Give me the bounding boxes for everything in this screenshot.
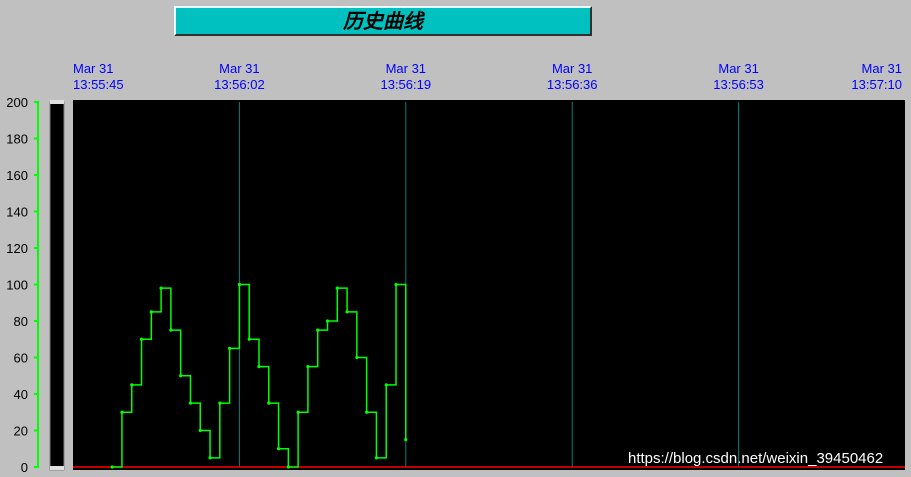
series-point: [198, 428, 202, 433]
watermark: https://blog.csdn.net/weixin_39450462: [628, 450, 883, 467]
series-point: [374, 456, 379, 460]
x-tick-time: 13:57:10: [851, 77, 902, 92]
x-axis-ticks: Mar 3113:55:45Mar 3113:56:02Mar 3113:56:…: [73, 61, 902, 92]
series-point: [365, 410, 369, 414]
x-tick-date: Mar 31: [862, 61, 902, 76]
series-point: [208, 456, 212, 460]
series-point: [130, 383, 134, 387]
y-axis: [37, 100, 65, 471]
x-tick-date: Mar 31: [718, 61, 758, 76]
y-tick-label: 180: [6, 132, 28, 147]
y-tick-label: 200: [6, 95, 28, 110]
y-tick-label: 140: [6, 205, 28, 220]
x-tick-date: Mar 31: [552, 61, 592, 76]
x-tick-time: 13:56:02: [214, 77, 265, 92]
y-tick-label: 160: [6, 168, 28, 183]
x-tick-date: Mar 31: [386, 61, 426, 76]
series-point: [149, 310, 153, 314]
y-tick-label: 60: [14, 351, 28, 366]
history-chart: Mar 3113:55:45Mar 3113:56:02Mar 3113:56:…: [6, 61, 905, 475]
y-tick-label: 0: [21, 460, 28, 475]
y-axis-scrollbar-cap-bottom: [50, 466, 64, 470]
series-point: [247, 337, 251, 341]
series-point: [110, 465, 114, 469]
y-axis-ticks: 0 20 40 60 80 100 120 140 160 180 200: [6, 95, 39, 475]
y-tick-label: 20: [14, 424, 28, 439]
series-point: [384, 383, 388, 387]
y-axis-scrollbar-cap-top: [50, 100, 64, 104]
series-point: [159, 286, 163, 290]
series-point: [188, 401, 193, 405]
x-tick-date: Mar 31: [219, 61, 259, 76]
series-point: [345, 310, 349, 314]
y-tick-label: 100: [6, 278, 28, 293]
series-point: [306, 365, 310, 369]
series-point: [335, 286, 339, 290]
y-tick-label: 80: [14, 314, 28, 329]
x-tick-time: 13:56:19: [380, 77, 431, 92]
y-tick-label: 40: [14, 387, 28, 402]
x-tick-time: 13:55:45: [73, 77, 124, 92]
series-point: [237, 282, 241, 287]
series-point: [355, 355, 359, 360]
series-point: [267, 401, 271, 405]
series-point: [276, 447, 281, 451]
series-point: [296, 410, 300, 414]
x-tick-date: Mar 31: [73, 61, 113, 76]
series-point: [286, 465, 290, 469]
x-tick-time: 13:56:36: [547, 77, 598, 92]
plot-area: [73, 100, 905, 470]
series-point: [218, 401, 222, 405]
series-point: [169, 328, 173, 332]
y-tick-label: 120: [6, 241, 28, 256]
y-axis-scrollbar[interactable]: [49, 101, 65, 471]
series-point: [228, 346, 232, 350]
series-point: [139, 337, 144, 341]
series-point: [257, 365, 261, 369]
x-tick-time: 13:56:53: [713, 77, 764, 92]
series-point: [404, 438, 408, 442]
series-point: [179, 374, 183, 378]
series-point: [316, 328, 320, 332]
series-point: [120, 410, 124, 414]
series-point: [325, 319, 330, 323]
series-point: [394, 282, 398, 287]
